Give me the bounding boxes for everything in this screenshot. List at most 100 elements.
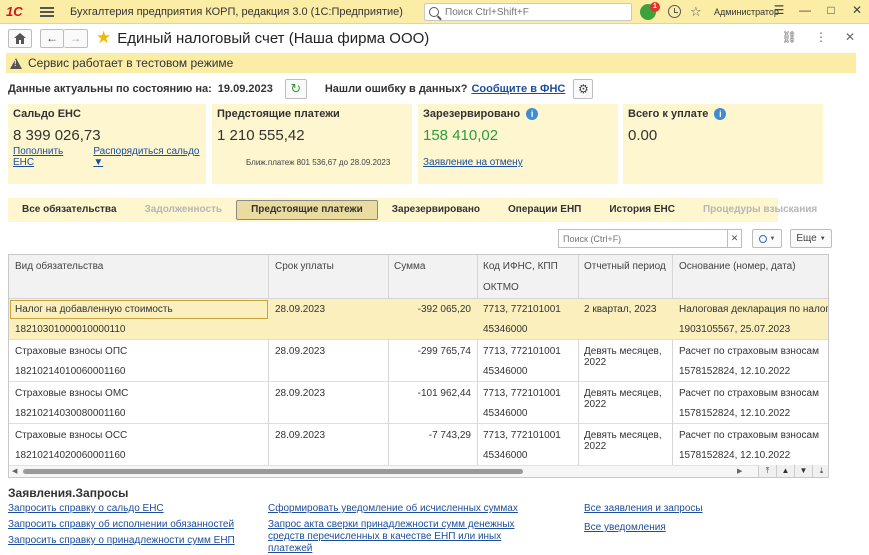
row-type: Страховые взносы ОМС xyxy=(15,388,129,399)
tab-upcoming-payments[interactable]: Предстоящие платежи xyxy=(236,200,378,220)
info-icon[interactable]: i xyxy=(714,108,727,120)
minimize-icon[interactable]: — xyxy=(799,3,811,17)
close-window-icon[interactable]: ✕ xyxy=(851,3,863,17)
row-period: Девять месяцев, 2022 xyxy=(584,430,662,452)
row-sum: -101 962,44 xyxy=(417,388,471,399)
header-oktmo[interactable]: ОКТМО xyxy=(483,282,519,293)
chevron-down-icon: ▼ xyxy=(819,235,826,242)
actual-label: Данные актуальны по состоянию на: xyxy=(8,83,212,95)
row-codes: 7713, 772101001 xyxy=(483,388,561,399)
more-actions-icon[interactable]: ⋮ xyxy=(815,30,827,44)
obligations-table[interactable]: Вид обязательства Срок уплаты Сумма Код … xyxy=(8,254,829,478)
find-button[interactable]: ▼ xyxy=(752,229,782,248)
row-basis: Расчет по страховым взносам xyxy=(679,346,819,357)
notification-count-badge: 1 xyxy=(650,2,660,12)
all-requests-link[interactable]: Все заявления и запросы xyxy=(584,503,703,515)
request-saldo-link[interactable]: Запросить справку о сальдо ЕНС xyxy=(8,503,164,515)
table-row[interactable]: Страховые взносы ОСС 1821021402006000116… xyxy=(9,425,828,466)
settings-button[interactable]: ⚙ xyxy=(573,79,594,99)
request-obligations-link[interactable]: Запросить справку об исполнении обязанно… xyxy=(8,519,234,531)
refresh-button[interactable]: ↻ xyxy=(284,79,307,99)
favorite-star-icon[interactable]: ★ xyxy=(96,29,111,47)
current-user[interactable]: Администратор xyxy=(714,7,779,17)
card-total-title: Всего к уплате xyxy=(628,108,709,120)
header-basis[interactable]: Основание (номер, дата) xyxy=(679,261,796,272)
scrollbar-thumb[interactable] xyxy=(23,469,523,474)
table-row[interactable]: Налог на добавленную стоимость 182103010… xyxy=(9,299,828,340)
home-icon xyxy=(14,32,26,44)
tab-collection-procedures: Процедуры взыскания xyxy=(702,204,818,215)
dispose-saldo-link[interactable]: Распорядиться сальдо ▼ xyxy=(93,146,206,168)
tab-all-obligations[interactable]: Все обязательства xyxy=(8,200,131,220)
table-search-input[interactable] xyxy=(558,229,728,248)
header-sum[interactable]: Сумма xyxy=(394,261,425,272)
home-button[interactable] xyxy=(8,28,32,48)
test-mode-text: Сервис работает в тестовом режиме xyxy=(28,56,234,70)
table-row[interactable]: Страховые взносы ОМС 1821021403008000116… xyxy=(9,383,828,424)
row-period: Девять месяцев, 2022 xyxy=(584,346,662,368)
request-reconciliation-link[interactable]: Запрос акта сверки принадлежности сумм д… xyxy=(268,519,538,555)
data-actual-row: Данные актуальны по состоянию на: 19.09.… xyxy=(8,78,594,100)
form-header-actions: ⛓ ⋮ ✕ xyxy=(782,30,855,44)
main-menu-icon[interactable] xyxy=(40,6,54,17)
info-icon[interactable]: i xyxy=(526,108,539,120)
back-button[interactable]: ← xyxy=(40,28,64,48)
card-reserved-value: 158 410,02 xyxy=(423,127,499,144)
warning-icon xyxy=(10,57,22,69)
scroll-right-icon[interactable]: ▶ xyxy=(737,467,742,475)
form-header: ← → ★ Единый налоговый счет (Наша фирма … xyxy=(8,28,429,48)
1c-logo-icon: 1С xyxy=(6,3,23,19)
close-form-icon[interactable]: ✕ xyxy=(845,30,855,44)
favorites-list-icon[interactable]: ☆ xyxy=(690,4,706,20)
report-to-fns-link[interactable]: Сообщите в ФНС xyxy=(471,83,565,95)
row-codes: 7713, 772101001 xyxy=(483,346,561,357)
header-due[interactable]: Срок уплаты xyxy=(275,261,334,272)
header-period[interactable]: Отчетный период xyxy=(584,261,666,272)
row-kbk: 18210214010060001160 xyxy=(15,366,126,377)
row-due: 28.09.2023 xyxy=(275,346,326,357)
header-codes[interactable]: Код ИФНС, КПП xyxy=(483,261,558,272)
row-sum: -7 743,29 xyxy=(428,430,471,441)
row-basis-doc: 1578152824, 12.10.2022 xyxy=(679,408,791,419)
settings-menu-icon[interactable]: ☰ xyxy=(773,3,785,17)
last-row-icon[interactable]: ⤓ xyxy=(812,465,828,477)
chevron-down-icon: ▼ xyxy=(769,235,776,242)
top-up-ens-link[interactable]: Пополнить ЕНС xyxy=(13,146,83,168)
row-codes: 7713, 772101001 xyxy=(483,430,561,441)
row-period: 2 квартал, 2023 xyxy=(584,304,657,315)
search-icon xyxy=(758,234,767,243)
scroll-left-icon[interactable]: ◀ xyxy=(12,467,17,475)
first-row-icon[interactable]: ⤒ xyxy=(758,465,776,477)
all-notifications-link[interactable]: Все уведомления xyxy=(584,522,666,534)
navigation-buttons: ← → xyxy=(40,28,88,48)
row-type: Страховые взносы ОПС xyxy=(15,346,128,357)
global-search[interactable] xyxy=(424,3,632,21)
more-button[interactable]: Еще ▼ xyxy=(790,229,832,248)
request-enp-sums-link[interactable]: Запросить справку о принадлежности сумм … xyxy=(8,535,235,547)
header-type[interactable]: Вид обязательства xyxy=(15,261,103,272)
forward-button[interactable]: → xyxy=(64,28,88,48)
global-search-input[interactable] xyxy=(445,6,625,18)
next-row-icon[interactable]: ▼ xyxy=(794,465,812,477)
tab-ens-history[interactable]: История ЕНС xyxy=(595,200,689,220)
create-notification-link[interactable]: Сформировать уведомление об исчисленных … xyxy=(268,503,518,515)
card-total-value: 0.00 xyxy=(628,127,658,144)
search-icon xyxy=(429,7,439,17)
clear-search-icon[interactable]: ✕ xyxy=(728,229,742,248)
history-icon[interactable] xyxy=(668,5,681,18)
row-due: 28.09.2023 xyxy=(275,388,326,399)
prev-row-icon[interactable]: ▲ xyxy=(776,465,794,477)
table-row[interactable]: Страховые взносы ОПС 1821021401006000116… xyxy=(9,341,828,382)
cancel-application-link[interactable]: Заявление на отмену xyxy=(423,157,523,168)
tab-debt: Задолженность xyxy=(144,204,223,215)
row-oktmo: 45346000 xyxy=(483,450,528,461)
link-icon[interactable]: ⛓ xyxy=(782,30,797,44)
tab-reserved[interactable]: Зарезервировано xyxy=(378,200,494,220)
horizontal-scrollbar[interactable]: ◀ ▶ ⤒ ▲ ▼ ⤓ xyxy=(9,465,828,477)
tab-enp-operations[interactable]: Операции ЕНП xyxy=(494,200,595,220)
more-button-label: Еще xyxy=(796,233,817,244)
maximize-icon[interactable]: □ xyxy=(825,3,837,17)
gear-icon: ⚙ xyxy=(577,82,589,96)
card-upcoming-value: 1 210 555,42 xyxy=(217,127,305,144)
actual-date: 19.09.2023 xyxy=(217,83,273,95)
